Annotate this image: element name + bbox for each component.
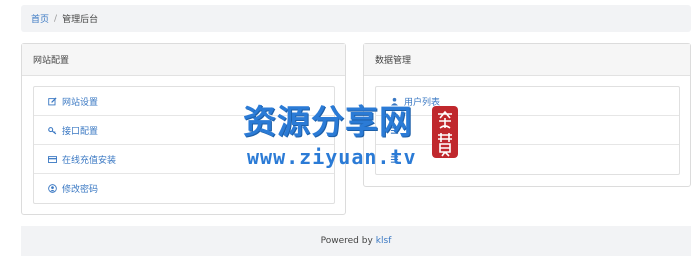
api-config-label: 接口配置 — [62, 126, 99, 137]
list-icon — [389, 154, 400, 165]
api-config-link[interactable]: 接口配置 — [34, 116, 334, 145]
footer-author-link[interactable]: klsf — [376, 236, 392, 246]
edit-icon — [47, 96, 58, 107]
user-list-link[interactable]: 用户列表 — [376, 87, 679, 116]
user-icon — [389, 96, 400, 107]
breadcrumb-separator: / — [54, 13, 58, 24]
breadcrumb-home-link[interactable]: 首页 — [31, 12, 49, 25]
list-icon — [389, 125, 400, 136]
change-password-link[interactable]: 修改密码 — [34, 174, 334, 203]
card-icon — [47, 154, 58, 165]
user-circle-icon — [47, 183, 58, 194]
page-footer: Powered by klsf — [21, 226, 691, 256]
breadcrumb: 首页 / 管理后台 — [21, 5, 691, 32]
site-settings-label: 网站设置 — [62, 97, 99, 108]
breadcrumb-current: 管理后台 — [62, 15, 99, 25]
user-list-label: 用户列表 — [404, 97, 441, 108]
online-recharge-link[interactable]: 在线充值安装 — [34, 145, 334, 174]
data-management-list: 用户列表 — [375, 86, 680, 175]
key-icon — [47, 125, 58, 136]
data-list-link-2[interactable] — [376, 116, 679, 145]
footer-text: Powered by — [320, 236, 373, 246]
change-password-label: 修改密码 — [62, 185, 99, 195]
data-management-panel-title: 数据管理 — [364, 44, 690, 76]
data-list-link-3[interactable] — [376, 145, 679, 174]
site-settings-link[interactable]: 网站设置 — [34, 87, 334, 116]
site-config-list: 网站设置 接口配置 在线充值安装 修改密码 — [33, 86, 335, 204]
data-management-panel: 数据管理 用户列表 — [363, 43, 691, 187]
site-config-panel-title: 网站配置 — [22, 44, 345, 76]
online-recharge-label: 在线充值安装 — [62, 155, 117, 166]
site-config-panel: 网站配置 网站设置 接口配置 在线充值安装 修改密码 — [21, 43, 346, 215]
